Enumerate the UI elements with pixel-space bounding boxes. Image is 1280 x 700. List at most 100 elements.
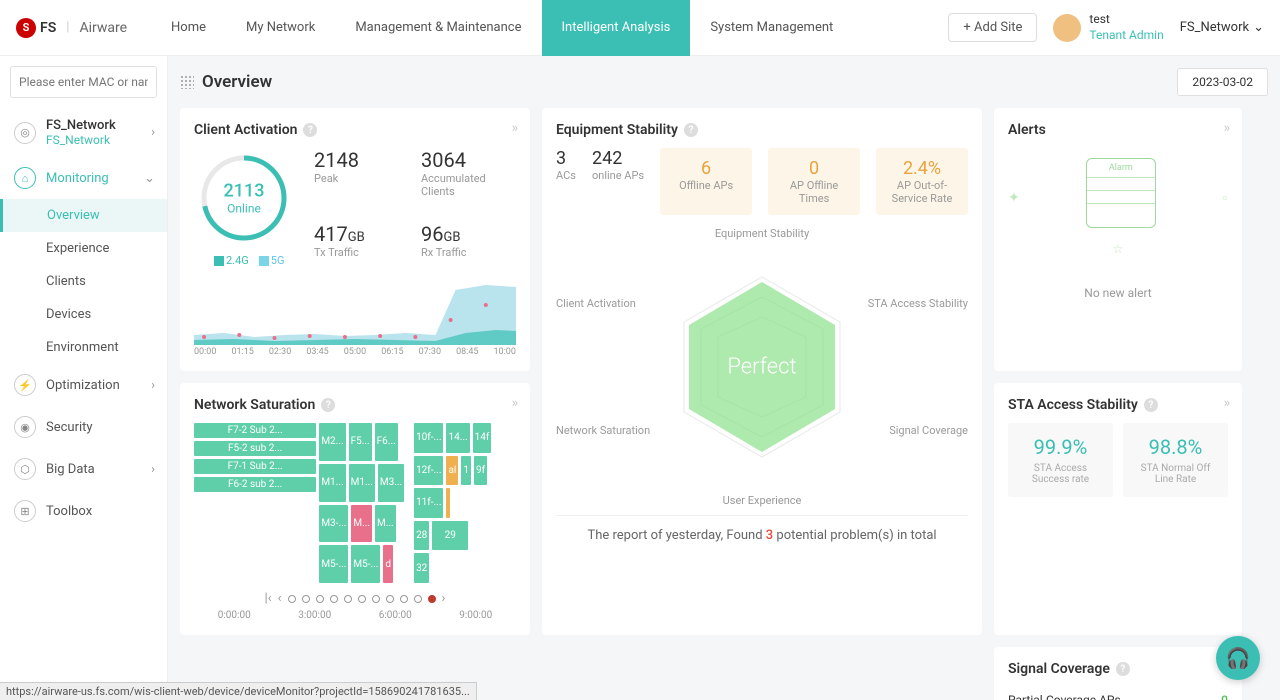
nav-dot[interactable] [372,595,380,603]
support-fab[interactable]: 🎧 [1216,636,1260,680]
sidebar-item-overview[interactable]: Overview [0,199,167,232]
tm-cell[interactable]: F5-2 sub 2... [194,441,316,456]
sta-stability-card: » STA Access Stability ? 99.9%STA Access… [994,383,1242,635]
tm-cell[interactable]: M1... [319,464,345,502]
nav-dot[interactable] [414,595,422,603]
sidebar-security[interactable]: ◉ Security [0,406,167,448]
search-input[interactable] [10,66,157,98]
nav-dot-selected[interactable] [428,595,436,603]
treemap: F7-2 Sub 2... F5-2 sub 2... F7-1 Sub 2..… [194,423,516,583]
nav-dot[interactable] [400,595,408,603]
nav-my-network[interactable]: My Network [226,0,335,56]
nav-dot[interactable] [302,595,310,603]
nav-prev-icon[interactable]: ‹ [278,591,282,606]
help-icon[interactable]: ? [321,398,335,412]
sidebar-monitoring-label: Monitoring [46,171,109,186]
tm-cell[interactable]: M... [351,505,372,543]
expand-icon[interactable]: » [511,120,518,136]
tm-cell[interactable]: al [446,456,458,486]
tx-value: 417GB [314,222,409,246]
nav-dot[interactable] [344,595,352,603]
offline-aps-value: 6 [674,158,738,179]
radar-label-5: Client Activation [556,297,636,310]
tm-cell[interactable]: 12f-... [414,456,443,486]
sta-success-label: STA Access Success rate [1020,463,1101,485]
tm-cell[interactable]: M5-... [351,545,380,583]
add-site-button[interactable]: + Add Site [948,13,1037,42]
tm-cell[interactable]: F5... [349,423,372,461]
tm-cell[interactable]: M... [375,505,396,543]
sidebar-optimization[interactable]: ⚡ Optimization [0,364,167,406]
expand-icon[interactable]: » [1223,120,1230,136]
tm-cell[interactable]: M1... [349,464,375,502]
location-icon: ◎ [14,122,36,144]
tm-cell[interactable]: F6-2 sub 2... [194,477,316,492]
tm-cell[interactable]: d [383,545,393,583]
main-nav: Home My Network Management & Maintenance… [151,0,853,56]
tm-cell[interactable]: M3-... [319,505,348,543]
sidebar-item-clients[interactable]: Clients [32,265,167,298]
nav-first-icon[interactable]: |‹ [265,591,272,606]
tm-cell[interactable]: M2... [319,423,345,461]
sparkle-icon: ✦ [1008,190,1020,206]
headset-icon: 🎧 [1226,646,1251,670]
sidebar-toolbox[interactable]: ⊞ Toolbox [0,490,167,532]
help-icon[interactable]: ? [1144,398,1158,412]
tm-cell[interactable]: F6... [375,423,398,461]
tm-cell[interactable]: 14... [446,423,469,453]
nav-dot[interactable] [288,595,296,603]
tm-cell[interactable]: 9f [474,456,487,486]
sidebar-network[interactable]: ◎ FS_Network FS_Network [0,108,167,157]
nav-system-management[interactable]: System Management [690,0,853,56]
treemap-nav: |‹ ‹ › [194,591,516,606]
online-count: 2113 [224,181,265,202]
help-icon[interactable]: ? [303,123,317,137]
nav-management[interactable]: Management & Maintenance [335,0,541,56]
sidebar-item-experience[interactable]: Experience [32,232,167,265]
tm-cell[interactable]: M5-... [319,545,348,583]
nav-dot[interactable] [386,595,394,603]
tm-cell[interactable]: 29 [432,521,468,551]
date-picker[interactable]: 2023-03-02 [1177,68,1268,96]
expand-icon[interactable]: » [511,395,518,411]
help-icon[interactable]: ? [1116,662,1130,676]
user-menu[interactable]: test Tenant Admin [1053,12,1163,43]
sidebar-item-devices[interactable]: Devices [32,298,167,331]
nav-home[interactable]: Home [151,0,226,56]
sidebar-bigdata[interactable]: ⬡ Big Data [0,448,167,490]
rx-label: Rx Traffic [421,246,516,259]
network-selector[interactable]: FS_Network ⌄ [1180,20,1264,35]
sidebar-network-sub: FS_Network [46,133,116,147]
tm-cell[interactable]: M3... [378,464,404,502]
sidebar-bigdata-label: Big Data [46,462,95,477]
help-icon[interactable]: ? [684,123,698,137]
sidebar-security-label: Security [46,420,93,435]
sidebar-monitoring[interactable]: ⌂ Monitoring [0,157,167,199]
report-summary[interactable]: The report of yesterday, Found 3 potenti… [556,515,968,555]
tm-cell[interactable]: 10f-... [414,423,443,453]
tm-cell[interactable]: F7-1 Sub 2... [194,459,316,474]
radar-label-0: Equipment Stability [715,227,809,240]
expand-icon[interactable]: » [1223,395,1230,411]
tm-cell[interactable]: 11f-... [414,488,443,518]
nav-dot[interactable] [358,595,366,603]
tm-cell[interactable]: 14f [473,423,492,453]
nav-dot[interactable] [330,595,338,603]
nav-dot[interactable] [316,595,324,603]
tx-label: Tx Traffic [314,246,409,259]
signal-coverage-card: » Signal Coverage ? Partial-Coverage APs… [994,647,1242,700]
tm-cell[interactable]: 32 [414,553,429,583]
nav-intelligent-analysis[interactable]: Intelligent Analysis [542,0,691,56]
tm-cell[interactable]: 28 [414,521,429,551]
peak-label: Peak [314,172,409,185]
logo-fs-text: FS [40,20,56,36]
nav-next-icon[interactable]: › [442,591,446,606]
radar-center-label: Perfect [727,355,796,380]
tm-cell[interactable]: 1 [461,456,471,486]
sidebar-item-environment[interactable]: Environment [32,331,167,364]
tm-cell[interactable]: F7-2 Sub 2... [194,423,316,438]
tm-cell[interactable] [446,488,450,518]
radar-label-3: User Experience [723,494,802,507]
logo-separator: | [66,20,69,35]
page-title: Overview [180,72,272,92]
